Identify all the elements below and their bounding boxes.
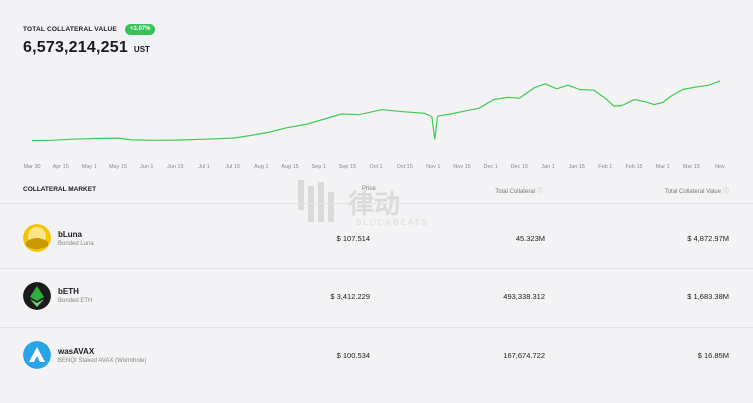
info-icon[interactable]: ⓘ <box>537 189 543 195</box>
price-cell: $ 100.534 <box>336 351 370 360</box>
header-divider <box>0 203 753 204</box>
col-value-label: Total Collateral Value <box>664 189 721 195</box>
x-tick-label: Nov 15 <box>453 164 470 170</box>
x-tick-label: Dec 1 <box>484 164 498 170</box>
total-collateral-cell: 167,674.722 <box>503 351 545 360</box>
beth-icon <box>23 282 51 310</box>
table-row[interactable]: bLuna Bonded Luna $ 107.514 45.323M $ 4,… <box>0 210 753 266</box>
x-tick-label: Aug 1 <box>254 164 268 170</box>
total-value-cell: $ 4,872.97M <box>687 234 729 243</box>
x-tick-label: Sep 1 <box>312 164 326 170</box>
total-collateral-cell: 493,338.312 <box>503 292 545 301</box>
col-price-header[interactable]: Price <box>362 186 376 192</box>
asset-name: BENQI Staked AVAX (Wormhole) <box>58 358 147 364</box>
x-tick-label: Jan 1 <box>541 164 554 170</box>
x-tick-label: Jul 1 <box>198 164 210 170</box>
market-title: COLLATERAL MARKET <box>23 186 97 193</box>
x-tick-label: Jul 15 <box>225 164 240 170</box>
x-tick-label: Sep 15 <box>339 164 356 170</box>
x-tick-label: Nov <box>715 164 725 170</box>
wasavax-icon <box>23 341 51 369</box>
x-tick-label: Feb 15 <box>625 164 642 170</box>
x-tick-label: Mar 15 <box>683 164 700 170</box>
asset-name: Bonded Luna <box>58 241 94 247</box>
info-icon[interactable]: ⓘ <box>723 189 729 195</box>
x-tick-label: Oct 15 <box>397 164 413 170</box>
x-tick-label: Nov 1 <box>426 164 440 170</box>
x-tick-label: Feb 1 <box>598 164 612 170</box>
x-tick-label: Oct 1 <box>369 164 382 170</box>
total-value-cell: $ 1,683.38M <box>687 292 729 301</box>
x-tick-label: May 1 <box>82 164 97 170</box>
bluna-icon <box>23 224 51 252</box>
total-value-cell: $ 16.85M <box>697 351 729 360</box>
x-tick-label: Jan 15 <box>568 164 585 170</box>
x-tick-label: Aug 15 <box>281 164 298 170</box>
x-tick-label: Dec 15 <box>511 164 528 170</box>
table-row[interactable]: wasAVAX BENQI Staked AVAX (Wormhole) $ 1… <box>0 328 753 384</box>
market-header: COLLATERAL MARKET Price Total Collateral… <box>0 186 753 200</box>
col-total-header[interactable]: Total Collateral ⓘ <box>495 186 543 195</box>
x-tick-label: Jun 1 <box>140 164 153 170</box>
col-total-label: Total Collateral <box>495 189 535 195</box>
x-tick-label: May 15 <box>109 164 127 170</box>
x-tick-label: Mar 30 <box>23 164 40 170</box>
collateral-chart[interactable]: Mar 30 Apr 15 May 1 May 15 Jun 1 Jun 15 Jul 1 J… <box>0 0 753 180</box>
x-tick-label: Apr 15 <box>53 164 69 170</box>
total-collateral-cell: 45.323M <box>515 234 545 243</box>
x-tick-label: Mar 1 <box>656 164 670 170</box>
asset-name: Bonded ETH <box>58 298 93 304</box>
asset-symbol: bLuna <box>58 230 82 239</box>
series-line <box>31 80 721 142</box>
x-tick-label: Jun 15 <box>167 164 184 170</box>
col-value-header[interactable]: Total Collateral Value ⓘ <box>665 186 729 195</box>
price-cell: $ 3,412.229 <box>330 292 370 301</box>
price-cell: $ 107.514 <box>336 234 370 243</box>
asset-symbol: bETH <box>58 287 79 296</box>
asset-symbol: wasAVAX <box>58 347 95 356</box>
table-row[interactable]: bETH Bonded ETH $ 3,412.229 493,338.312 … <box>0 269 753 325</box>
